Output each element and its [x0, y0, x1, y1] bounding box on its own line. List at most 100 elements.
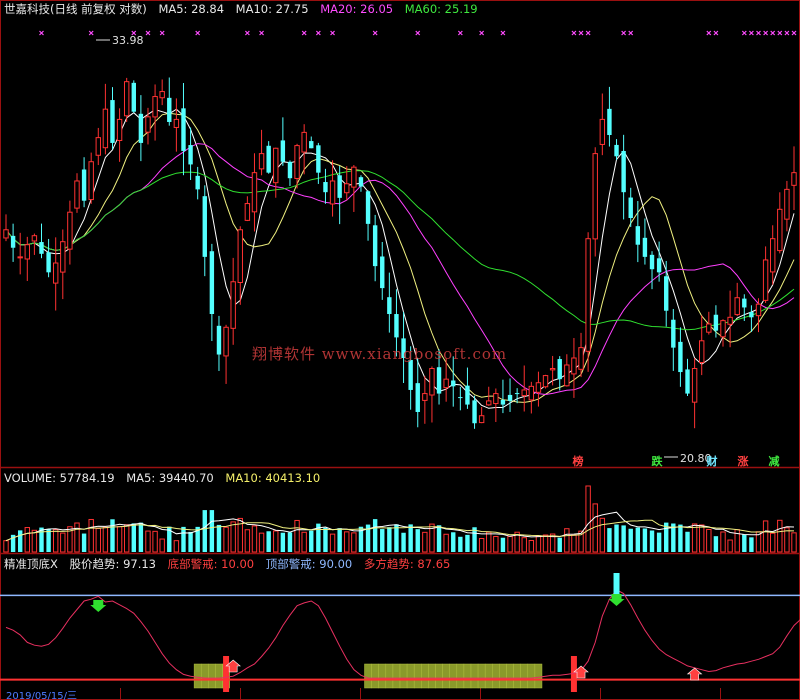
candle-body — [237, 229, 243, 283]
x-marker — [415, 30, 421, 36]
candle-body — [649, 254, 655, 270]
high-price-label: 33.98 — [112, 34, 144, 47]
x-marker — [578, 30, 584, 36]
candlestick-series — [3, 77, 797, 429]
candle-body — [3, 229, 9, 239]
volume-bar — [81, 533, 87, 552]
candle-body — [429, 368, 435, 396]
volume-bar — [401, 532, 406, 552]
event-tag-die: 跌 — [651, 455, 663, 468]
candle-body — [436, 367, 442, 394]
candle-body — [102, 108, 109, 149]
x-marker — [770, 30, 776, 36]
candle-body — [486, 400, 492, 406]
candle-body — [656, 258, 662, 273]
candle-body — [514, 393, 520, 395]
x-marker — [145, 30, 151, 36]
volume-bar — [3, 540, 9, 553]
candle-body — [585, 238, 591, 352]
candle-body — [258, 153, 265, 170]
candle-body — [167, 97, 172, 122]
volume-bar — [422, 531, 428, 553]
bottom-zone-bar — [449, 663, 458, 689]
candle-body — [145, 116, 151, 133]
volume-bar — [209, 510, 215, 552]
volume-bar — [372, 519, 378, 552]
candle-body — [528, 385, 535, 401]
candle-body — [294, 145, 300, 179]
candle-body — [387, 297, 392, 315]
volume-bar — [344, 531, 350, 553]
candle-body — [337, 175, 342, 198]
volume-bar — [635, 527, 641, 552]
volume-bar — [74, 522, 80, 553]
x-marker — [784, 30, 790, 36]
x-marker — [457, 30, 463, 36]
candle-body — [671, 319, 676, 348]
candle-body — [755, 303, 762, 317]
volume-bar — [585, 485, 591, 553]
bottom-zone-bar — [456, 663, 465, 689]
top-alert-value: 顶部警戒: 90.00 — [265, 557, 353, 571]
volume-bar — [614, 524, 619, 552]
candle-body — [95, 137, 101, 156]
candle-body — [39, 242, 44, 254]
candle-body — [699, 340, 705, 363]
volume-bar — [301, 531, 307, 553]
bottom-zone-bar — [208, 663, 216, 689]
volume-bar — [216, 524, 222, 552]
top-x-markers — [39, 30, 797, 36]
bottom-zone-bar — [499, 663, 507, 689]
x-marker — [159, 30, 165, 36]
x-marker — [500, 30, 506, 36]
candle-body — [365, 191, 371, 224]
volume-bar — [116, 526, 123, 553]
volume-bars — [3, 485, 797, 553]
volume-bar — [564, 528, 570, 553]
volume-bar — [720, 531, 726, 553]
indicator-series — [0, 573, 800, 692]
sell-arrow — [90, 600, 107, 612]
volume-bar — [131, 523, 136, 552]
candle-body — [685, 369, 690, 394]
candle-body — [742, 298, 747, 308]
candle-body — [223, 326, 229, 357]
bottom-zone-bar — [399, 663, 408, 689]
x-marker — [315, 30, 321, 36]
ma60-line — [5, 170, 795, 331]
candle-body — [173, 118, 180, 128]
candle-body — [209, 251, 215, 315]
volume-bar — [159, 538, 165, 553]
volume-bar — [451, 532, 456, 552]
x-marker — [621, 30, 627, 36]
candle-body — [181, 108, 186, 151]
candle-body — [549, 368, 556, 371]
volume-bar — [535, 535, 542, 553]
candle-body — [784, 188, 790, 220]
bottom-zone-bar — [513, 663, 521, 689]
volume-bar — [46, 529, 51, 552]
bottom-zone-bar — [463, 663, 472, 689]
candle-body — [465, 385, 470, 405]
volume-bar — [465, 534, 470, 552]
volume-bar — [706, 528, 712, 553]
ma60-value: MA60: 25.19 — [404, 2, 478, 16]
candle-body — [691, 368, 698, 403]
volume-bar — [713, 536, 719, 552]
volume-bar — [691, 523, 698, 553]
bottom-zone-bar — [364, 663, 372, 689]
bottom-zone-bar — [378, 663, 387, 689]
candle-body — [713, 314, 719, 331]
volume-bar — [742, 534, 747, 552]
volume-bar — [251, 525, 258, 553]
bottom-zone-bar — [413, 663, 422, 689]
volume-bar — [628, 528, 633, 552]
bottom-zone-bar — [492, 663, 500, 689]
buy-arrow — [686, 667, 703, 681]
candle-body — [280, 140, 286, 162]
x-marker — [88, 30, 94, 36]
bottom-zone-bar — [421, 663, 429, 689]
candle-body — [24, 244, 30, 260]
candle-body — [443, 378, 449, 389]
candle-body — [720, 320, 726, 338]
